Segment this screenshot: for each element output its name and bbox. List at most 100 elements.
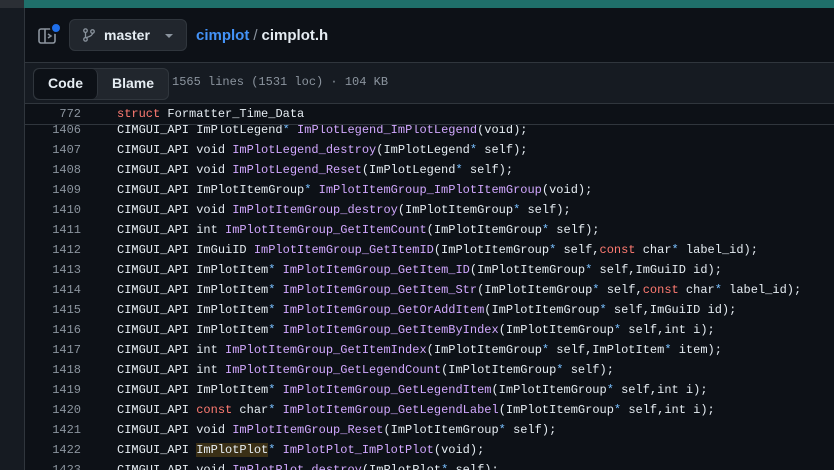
code-token: (ImPlotItemGroup xyxy=(397,203,514,217)
code-token: self); xyxy=(505,423,557,437)
code-token: (ImPlotItemGroup xyxy=(383,423,499,437)
code-line-text: CIMGUI_API ImPlotItem* ImPlotItemGroup_G… xyxy=(117,280,801,300)
line-number[interactable]: 1416 xyxy=(25,320,81,340)
code-token: (ImPlotItemGroup xyxy=(484,303,600,317)
code-line[interactable]: 1417 CIMGUI_API int ImPlotItemGroup_GetIt… xyxy=(25,340,834,360)
keyword-token: const xyxy=(599,243,636,257)
code-line-text: CIMGUI_API void ImPlotItemGroup_destroy(… xyxy=(117,200,571,220)
code-line[interactable]: 1414 CIMGUI_API ImPlotItem * ImPlotItemGro… xyxy=(25,280,834,300)
function-name-token: ImPlotPlot_destroy xyxy=(232,463,362,470)
operator-token: * xyxy=(282,123,290,137)
code-token: CIMGUI_API xyxy=(117,403,197,417)
code-token: CIMGUI_API void xyxy=(117,163,233,177)
breadcrumb-repo-link[interactable]: cimplot xyxy=(196,27,249,44)
function-name-token: ImPlotPlot_ImPlotPlot xyxy=(282,443,434,457)
code-line-text: CIMGUI_API void ImPlotItemGroup_Reset(Im… xyxy=(117,420,556,440)
code-line[interactable]: 1420 CIMGUI_API const char* ImPlotItemGro… xyxy=(25,400,834,420)
function-name-token: ImPlotItemGroup_GetItemCount xyxy=(225,223,427,237)
code-line[interactable]: 1412 CIMGUI_API ImGuiID ImPlotItemGroup_G… xyxy=(25,240,834,260)
code-token: self,int i); xyxy=(621,323,715,337)
line-number[interactable]: 1415 xyxy=(25,300,81,320)
code-token: CIMGUI_API ImGuiID xyxy=(117,243,254,257)
line-number[interactable]: 1417 xyxy=(25,340,81,360)
line-number[interactable]: 1420 xyxy=(25,400,81,420)
function-name-token: ImPlotItemGroup_Reset xyxy=(232,423,384,437)
line-number[interactable]: 1419 xyxy=(25,380,81,400)
file-toolbar: Code Blame 1565 lines (1531 loc) · 104 K… xyxy=(25,63,834,104)
branch-selector-button[interactable]: master xyxy=(69,19,187,51)
code-token: self); xyxy=(520,203,571,217)
line-number[interactable]: 1422 xyxy=(25,440,81,460)
code-line[interactable]: 1423 CIMGUI_API void ImPlotPlot_destroy(I… xyxy=(25,460,834,470)
code-token: (ImPlotItemGroup xyxy=(498,403,614,417)
sticky-scope-header[interactable]: 772 struct Formatter_Time_Data xyxy=(25,104,834,125)
code-token: CIMGUI_API void xyxy=(117,463,233,470)
highlighted-token: ImPlotPlot xyxy=(196,443,269,457)
sidebar-toggle-button[interactable] xyxy=(37,22,62,46)
code-line[interactable]: 1418 CIMGUI_API int ImPlotItemGroup_GetLe… xyxy=(25,360,834,380)
code-token: (ImPlotItemGroup xyxy=(469,263,586,277)
line-number[interactable]: 1408 xyxy=(25,160,81,180)
code-token: self, xyxy=(556,243,600,257)
sticky-line-number: 772 xyxy=(59,107,81,121)
breadcrumb-file-name: cimplot.h xyxy=(261,27,329,44)
code-token: CIMGUI_API void xyxy=(117,203,233,217)
code-token: CIMGUI_API int xyxy=(117,363,226,377)
operator-token: * xyxy=(556,363,564,377)
tab-blame[interactable]: Blame xyxy=(98,69,168,99)
code-line[interactable]: 1421 CIMGUI_API void ImPlotItemGroup_Rese… xyxy=(25,420,834,440)
function-name-token: ImPlotItemGroup_GetItemIndex xyxy=(225,343,427,357)
code-line[interactable]: 1415 CIMGUI_API ImPlotItem * ImPlotItemGro… xyxy=(25,300,834,320)
code-token: (void); xyxy=(477,123,528,137)
code-line[interactable]: 1416 CIMGUI_API ImPlotItem* ImPlotItemGro… xyxy=(25,320,834,340)
branch-name: master xyxy=(104,27,150,43)
file-info-separator: · xyxy=(323,75,345,89)
code-line-text: CIMGUI_API ImPlotPlot* ImPlotPlot_ImPlot… xyxy=(117,440,484,460)
line-number[interactable]: 1413 xyxy=(25,260,81,280)
code-line-text: CIMGUI_API void ImPlotPlot_destroy(ImPlo… xyxy=(117,460,499,470)
code-line-text: CIMGUI_API ImGuiID ImPlotItemGroup_GetIt… xyxy=(117,240,758,260)
code-line[interactable]: 1419 CIMGUI_API ImPlotItem * ImPlotItemGro… xyxy=(25,380,834,400)
code-token: CIMGUI_API ImPlotItemGroup xyxy=(117,183,305,197)
file-header: master cimplot / cimplot.h xyxy=(25,8,834,63)
code-token: CIMGUI_API ImPlotItem xyxy=(117,303,269,317)
code-line[interactable]: 1422 CIMGUI_API ImPlotPlot* ImPlotPlot_Im… xyxy=(25,440,834,460)
line-number[interactable]: 1418 xyxy=(25,360,81,380)
code-token: (ImPlotItemGroup xyxy=(491,383,607,397)
sticky-keyword: struct xyxy=(117,107,161,121)
line-number[interactable]: 1421 xyxy=(25,420,81,440)
line-number[interactable]: 1423 xyxy=(25,460,81,470)
code-line-text: CIMGUI_API ImPlotItem* ImPlotItemGroup_G… xyxy=(117,260,722,280)
code-line[interactable]: 1413 CIMGUI_API ImPlotItem* ImPlotItemGro… xyxy=(25,260,834,280)
line-number[interactable]: 1410 xyxy=(25,200,81,220)
code-token: item); xyxy=(671,343,722,357)
code-token: self); xyxy=(563,363,614,377)
function-name-token: ImPlotItemGroup_GetItemByIndex xyxy=(282,323,499,337)
code-token: (ImPlotLegend xyxy=(376,143,470,157)
code-line[interactable]: 1409 CIMGUI_API ImPlotItemGroup* ImPlotIt… xyxy=(25,180,834,200)
code-line[interactable]: 1411 CIMGUI_API int ImPlotItemGroup_GetIt… xyxy=(25,220,834,240)
code-line-text: CIMGUI_API ImPlotItem* ImPlotItemGroup_G… xyxy=(117,300,736,320)
function-name-token: ImPlotLegend_destroy xyxy=(232,143,377,157)
code-token: char xyxy=(232,403,269,417)
line-number[interactable]: 1412 xyxy=(25,240,81,260)
line-number[interactable]: 1409 xyxy=(25,180,81,200)
code-line-text: CIMGUI_API int ImPlotItemGroup_GetItemIn… xyxy=(117,340,722,360)
line-number[interactable]: 1411 xyxy=(25,220,81,240)
tab-code[interactable]: Code xyxy=(34,69,98,99)
line-number[interactable]: 1414 xyxy=(25,280,81,300)
code-line[interactable]: 1410 CIMGUI_API void ImPlotItemGroup_dest… xyxy=(25,200,834,220)
code-line-text: CIMGUI_API ImPlotItemGroup* ImPlotItemGr… xyxy=(117,180,592,200)
function-name-token: ImPlotItemGroup_GetItem_ID xyxy=(282,263,470,277)
code-token: CIMGUI_API void xyxy=(117,143,233,157)
function-name-token: ImPlotLegend_ImPlotLegend xyxy=(297,123,478,137)
operator-token: * xyxy=(455,163,463,177)
code-line[interactable]: 1408 CIMGUI_API void ImPlotLegend_Reset(I… xyxy=(25,160,834,180)
code-line[interactable]: 1407 CIMGUI_API void ImPlotLegend_destroy… xyxy=(25,140,834,160)
code-line-text: CIMGUI_API int ImPlotItemGroup_GetItemCo… xyxy=(117,220,600,240)
line-number[interactable]: 1407 xyxy=(25,140,81,160)
